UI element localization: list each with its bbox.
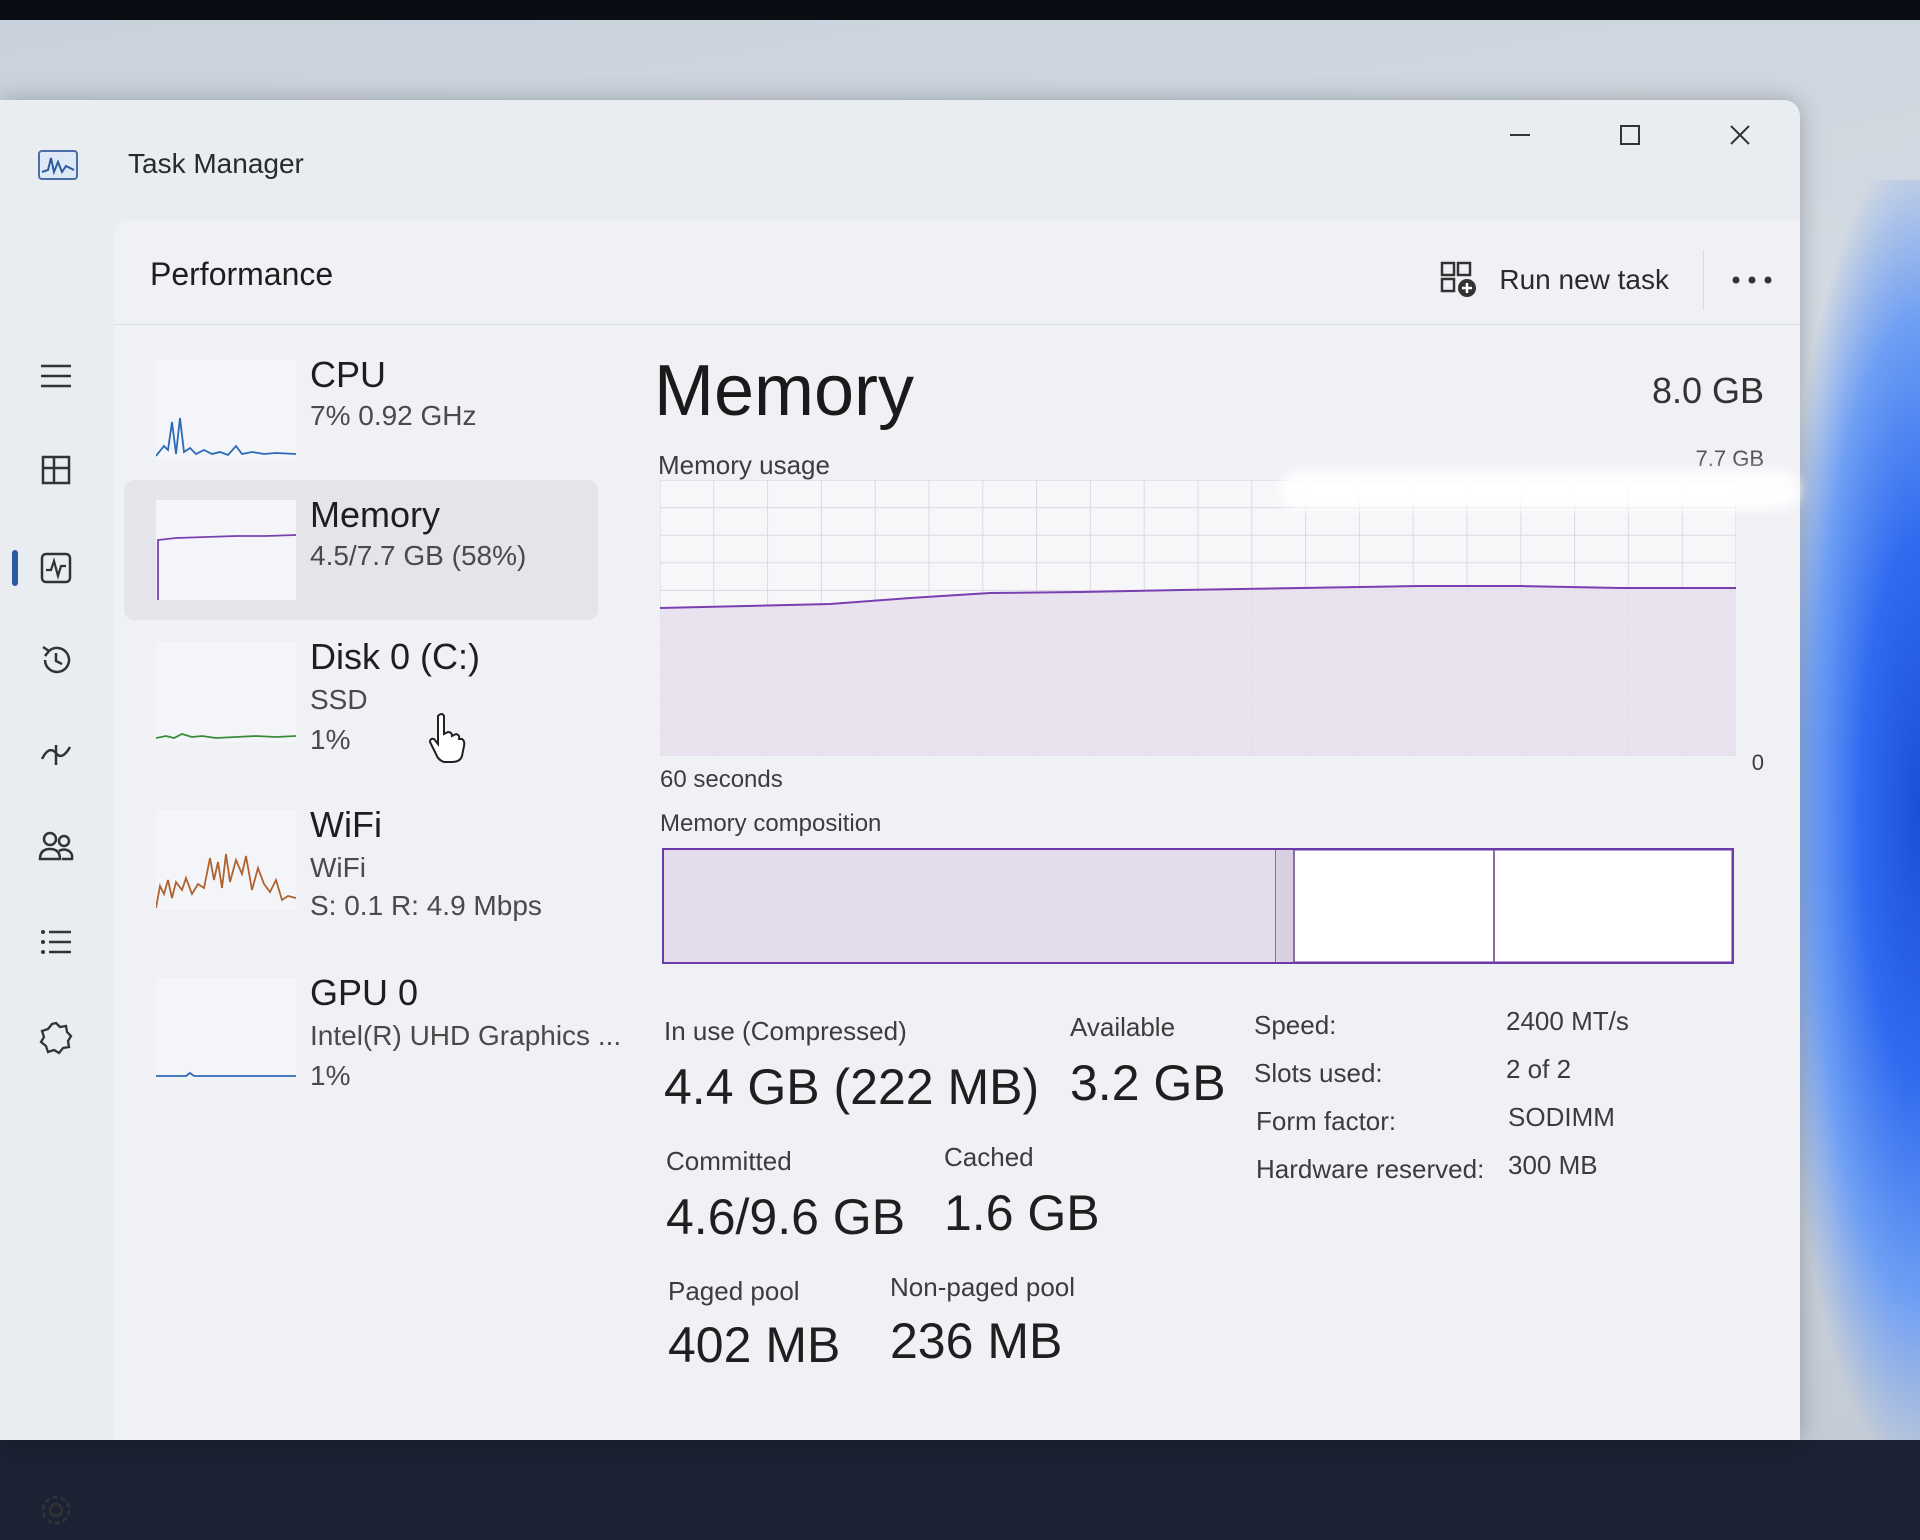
spec-slots-label: Slots used: — [1254, 1058, 1383, 1088]
run-new-task-label: Run new task — [1499, 264, 1669, 295]
perf-item-memory[interactable]: Memory 4.5/7.7 GB (58%) — [124, 480, 598, 620]
header-divider — [114, 324, 1800, 325]
nav-startup-apps[interactable] — [26, 724, 86, 784]
perf-item-subtitle: 7% 0.92 GHz — [310, 400, 477, 431]
committed-value: 4.6/9.6 GB — [666, 1189, 906, 1245]
perf-item-title: CPU — [310, 354, 387, 395]
perf-item-disk[interactable]: Disk 0 (C:) SSD 1% — [124, 622, 598, 762]
perf-item-subtitle: WiFi — [310, 852, 366, 883]
nav-performance[interactable] — [26, 538, 86, 598]
committed-label: Committed — [666, 1146, 792, 1176]
cached-label: Cached — [944, 1142, 1034, 1172]
paged-pool-label: Paged pool — [668, 1276, 800, 1306]
memory-composition-bar[interactable] — [662, 848, 1734, 964]
spec-speed-value: 2400 MT/s — [1506, 1006, 1629, 1036]
nav-menu-button[interactable] — [26, 346, 86, 406]
page-title: Performance — [150, 256, 334, 292]
spec-form-factor-value: SODIMM — [1508, 1102, 1615, 1132]
perf-item-title: Disk 0 (C:) — [310, 636, 480, 677]
cpu-thumbnail-graph — [156, 360, 296, 460]
nav-services[interactable] — [26, 1008, 86, 1068]
perf-item-subtitle: Intel(R) UHD Graphics ... — [310, 1020, 622, 1051]
minimize-button[interactable] — [1470, 100, 1570, 170]
in-use-label: In use (Compressed) — [664, 1016, 907, 1046]
close-button[interactable] — [1690, 100, 1790, 170]
wifi-thumbnail-graph — [156, 810, 296, 910]
more-options-button[interactable] — [1703, 250, 1800, 310]
run-new-task-button[interactable]: Run new task — [1405, 250, 1703, 310]
wallpaper-swirl — [1780, 180, 1920, 1440]
settings-icon — [41, 1495, 71, 1525]
nav-app-history[interactable] — [26, 630, 86, 690]
non-paged-pool-label: Non-paged pool — [890, 1272, 1076, 1302]
non-paged-pool-value: 236 MB — [890, 1313, 1063, 1369]
perf-item-cpu[interactable]: CPU 7% 0.92 GHz — [124, 340, 598, 480]
available-value: 3.2 GB — [1070, 1055, 1226, 1111]
nav-selected-indicator — [12, 550, 18, 586]
task-manager-app-icon — [38, 150, 78, 180]
perf-item-gpu[interactable]: GPU 0 Intel(R) UHD Graphics ... 1% — [124, 958, 621, 1098]
nav-users[interactable] — [26, 816, 86, 876]
navigation-sidebar — [0, 200, 112, 1525]
nav-settings[interactable] — [26, 1480, 86, 1540]
window-title: Task Manager — [128, 148, 304, 179]
detail-title: Memory — [654, 351, 915, 431]
performance-icon — [40, 552, 72, 584]
spec-form-factor-label: Form factor: — [1256, 1106, 1397, 1136]
hand-pointer-icon — [428, 713, 466, 763]
startup-apps-icon — [40, 745, 72, 765]
perf-item-title: Memory — [310, 494, 441, 535]
perf-item-wifi[interactable]: WiFi WiFi S: 0.1 R: 4.9 Mbps — [124, 790, 598, 930]
spec-hardware-reserved-label: Hardware reserved: — [1256, 1154, 1485, 1184]
perf-item-detail: S: 0.1 R: 4.9 Mbps — [310, 890, 542, 921]
command-bar: Run new task — [1405, 240, 1800, 320]
perf-item-title: GPU 0 — [310, 972, 419, 1013]
perf-item-title: WiFi — [310, 804, 382, 845]
details-icon — [41, 930, 71, 954]
title-bar[interactable]: Task Manager — [0, 100, 1800, 200]
users-icon — [38, 831, 74, 861]
maximize-icon — [1620, 125, 1640, 145]
services-icon — [39, 1021, 73, 1055]
disk-thumbnail-graph — [156, 642, 296, 742]
spec-slots-value: 2 of 2 — [1506, 1054, 1572, 1084]
in-use-value: 4.4 GB (222 MB) — [664, 1059, 1040, 1115]
graph-zero-label: 0 — [1751, 750, 1764, 775]
perf-item-detail: 1% — [310, 724, 351, 755]
nav-processes[interactable] — [26, 440, 86, 500]
graph-time-label: 60 seconds — [660, 766, 783, 793]
performance-page: Performance Run new task CPU 7% 0.92 GHz… — [114, 220, 1800, 1440]
memory-thumbnail-graph — [156, 500, 296, 600]
perf-item-subtitle: 4.5/7.7 GB (58%) — [310, 540, 527, 571]
maximize-button[interactable] — [1580, 100, 1680, 170]
processes-icon — [41, 455, 71, 485]
minimize-icon — [1510, 134, 1530, 136]
gpu-thumbnail-graph — [156, 978, 296, 1078]
screen-glare — [1280, 470, 1800, 510]
paged-pool-value: 402 MB — [668, 1317, 841, 1373]
memory-usage-graph[interactable] — [660, 480, 1736, 756]
task-manager-window: Task Manager Performance Run new task CP… — [0, 100, 1800, 1525]
nav-details[interactable] — [26, 912, 86, 972]
total-memory: 8.0 GB — [1651, 370, 1764, 411]
more-icon — [1732, 276, 1772, 284]
memory-usage-max: 7.7 GB — [1695, 446, 1764, 471]
menu-icon — [41, 364, 71, 388]
app-history-icon — [42, 645, 71, 674]
memory-composition-label: Memory composition — [660, 810, 882, 837]
spec-hardware-reserved-value: 300 MB — [1508, 1150, 1598, 1180]
perf-item-detail: 1% — [310, 1060, 351, 1091]
available-label: Available — [1070, 1012, 1176, 1042]
memory-usage-label: Memory usage — [658, 450, 830, 480]
close-icon — [1730, 125, 1750, 145]
run-new-task-icon — [1441, 261, 1477, 297]
cached-value: 1.6 GB — [944, 1185, 1100, 1241]
spec-speed-label: Speed: — [1254, 1010, 1337, 1040]
perf-item-subtitle: SSD — [310, 684, 368, 715]
